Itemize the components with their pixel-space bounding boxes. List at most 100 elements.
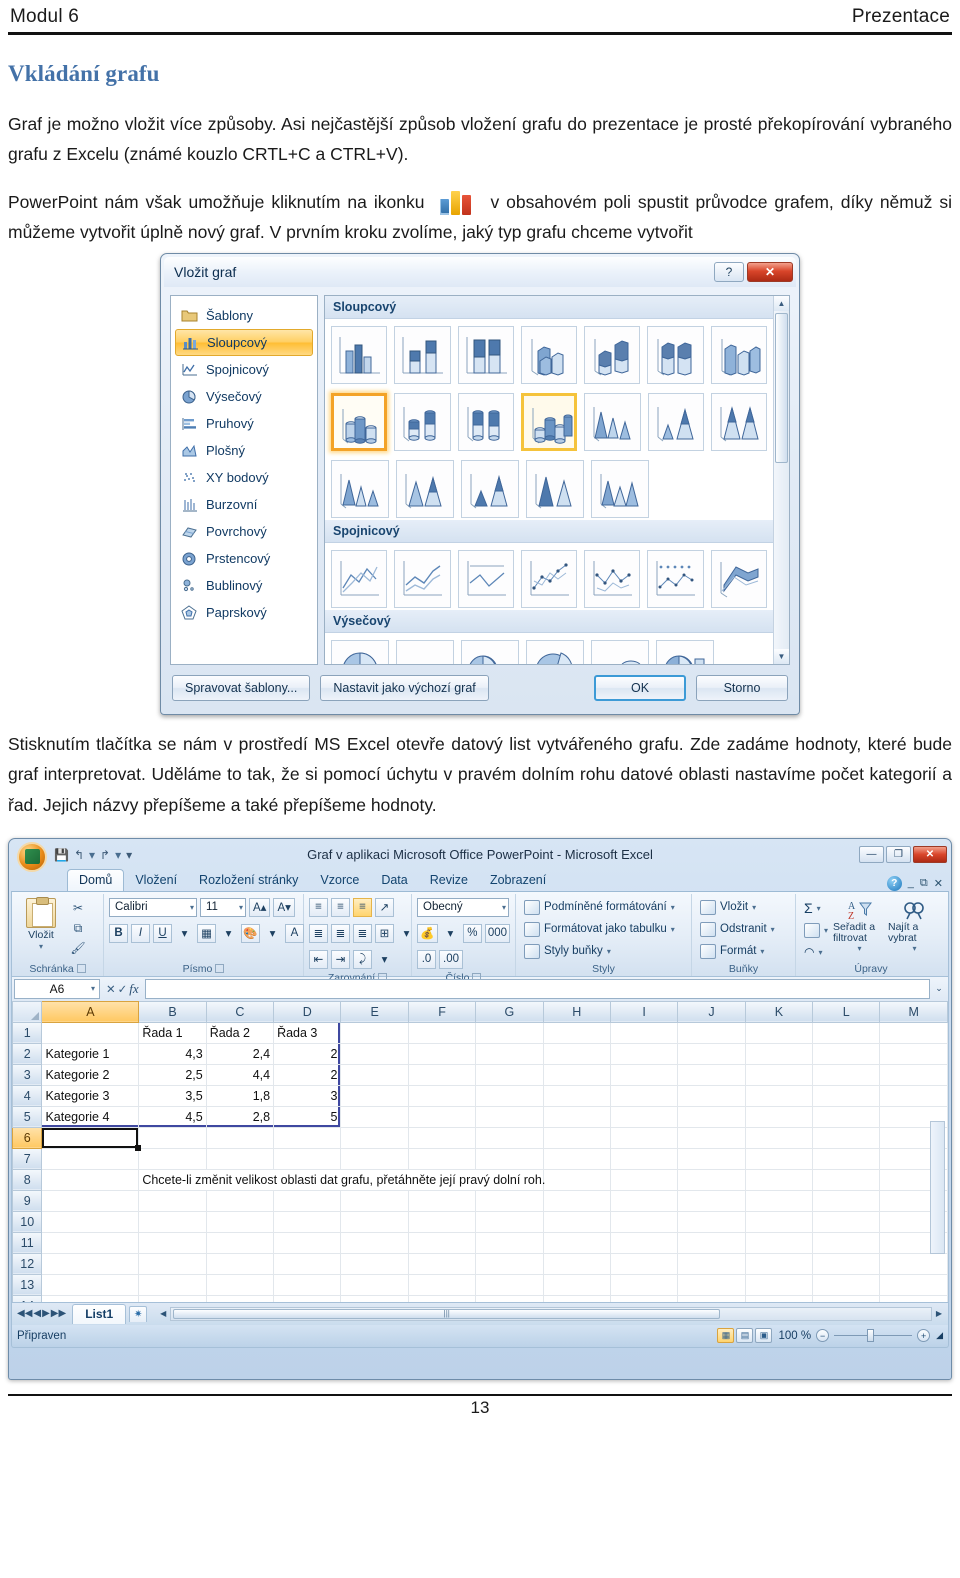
cell-d2[interactable]: 2 [273,1043,342,1065]
zoom-slider-thumb[interactable] [867,1329,875,1343]
increase-decimal-icon[interactable]: .0 [417,949,436,969]
chart-type-paprskovy[interactable]: Paprskový [175,599,313,626]
hscroll-thumb[interactable]: ||| [173,1308,721,1319]
find-select-button[interactable]: Najít a vybrat ▾ [888,898,941,954]
chart-type-xy-bodovy[interactable]: XY bodový [175,464,313,491]
cell-b1[interactable]: Řada 1 [138,1022,207,1044]
column-header-b[interactable]: B [138,1000,207,1023]
chart-type-burzovni[interactable]: Burzovní [175,491,313,518]
fill-color-dropdown-icon[interactable]: ▾ [263,924,282,943]
ok-button[interactable]: OK [594,675,686,702]
decrease-indent-icon[interactable]: ⇤ [309,949,328,969]
chart-thumb-3d-pie[interactable] [396,640,454,665]
chart-thumb-100-stacked-column[interactable] [457,326,514,385]
row-header-7[interactable]: 7 [12,1147,43,1170]
chart-thumb-3d-cone[interactable] [591,460,649,519]
cell-a5[interactable]: Kategorie 4 [41,1106,140,1128]
clear-button[interactable]: ◠ ▾ [801,943,831,962]
chart-type-sloupcovy[interactable]: Sloupcový [175,329,313,357]
scroll-left-icon[interactable]: ◀ [156,1309,170,1318]
worksheet-grid[interactable]: A B C D E F G H I J K L M 1 Řada 1 Řada … [11,1000,949,1303]
cell-styles-button[interactable]: Styly buňky ▾ [521,942,686,961]
last-sheet-icon[interactable]: ▶▶ [51,1308,66,1319]
chart-thumb-bar-of-pie[interactable] [656,640,714,665]
first-sheet-icon[interactable]: ◀◀ [17,1308,32,1319]
chart-thumb-100-stacked-cone[interactable] [710,393,767,452]
row-header-10[interactable]: 10 [12,1210,43,1233]
column-header-m[interactable]: M [879,1000,948,1023]
delete-cells-button[interactable]: Odstranit ▾ [697,920,790,939]
cell-c2[interactable]: 2,4 [206,1043,275,1065]
font-size-combo[interactable]: 11 ▾ [200,897,246,917]
borders-icon[interactable]: ▦ [197,923,216,943]
sort-filter-button[interactable]: AZ Seřadit a filtrovat ▾ [833,898,886,954]
cell-d4[interactable]: 3 [273,1085,342,1107]
chart-type-spojnicovy[interactable]: Spojnicový [175,356,313,383]
minimize-icon[interactable]: — [859,846,884,864]
autosum-button[interactable]: Σ ▾ [801,899,831,918]
tab-data[interactable]: Data [370,870,418,891]
tab-domu[interactable]: Domů [67,868,125,891]
ribbon-restore-icon[interactable]: ⧉ [920,877,928,890]
chart-thumb-3d-line[interactable] [710,550,767,609]
chart-thumb-line-with-markers[interactable] [520,550,578,609]
accept-entry-icon[interactable]: ✓ [118,982,128,996]
column-header-h[interactable]: H [542,1000,611,1023]
undo-icon[interactable]: ↰ [74,848,84,862]
scroll-right-icon[interactable]: ▶ [932,1309,946,1318]
align-middle-icon[interactable]: ≡ [331,897,350,917]
chart-thumb-3d-cylinder[interactable] [520,393,578,452]
align-top-icon[interactable]: ≡ [309,897,328,917]
cancel-entry-icon[interactable]: ✕ [106,982,116,996]
conditional-formatting-button[interactable]: Podmíněné formátování ▾ [521,898,686,917]
chart-thumb-pie[interactable] [331,640,389,665]
prev-sheet-icon[interactable]: ◀ [33,1308,41,1319]
ribbon-close-icon[interactable]: ✕ [934,877,943,890]
chart-thumb-3d-clustered-column[interactable] [520,326,578,385]
row-header-13[interactable]: 13 [12,1273,43,1296]
row-header-11[interactable]: 11 [12,1231,43,1254]
chart-thumb-line[interactable] [331,550,388,609]
tab-vlozeni[interactable]: Vložení [124,870,188,891]
expand-formula-bar-icon[interactable]: ⌄ [932,983,946,994]
chart-type-prstencovy[interactable]: Prstencový [175,545,313,572]
sheet-nav-buttons[interactable]: ◀◀ ◀ ▶ ▶▶ [14,1308,69,1319]
sheet-tab-list1[interactable]: List1 [72,1303,127,1324]
font-color-icon[interactable]: A [285,923,304,943]
formula-input[interactable] [144,978,930,999]
row-header-5[interactable]: 5 [12,1105,43,1128]
cell-c1[interactable]: Řada 2 [206,1022,275,1044]
chart-thumb-3d-100-stacked-column[interactable] [647,326,704,385]
currency-dropdown-icon[interactable]: ▾ [441,924,460,943]
column-header-j[interactable]: J [677,1000,746,1023]
chart-type-vysecovy[interactable]: Výsečový [175,383,313,410]
chart-thumb-100-stacked-cylinder[interactable] [457,393,514,452]
set-default-chart-button[interactable]: Nastavit jako výchozí graf [320,675,489,702]
align-left-icon[interactable]: ≣ [309,923,328,943]
zoom-in-icon[interactable]: + [917,1329,931,1343]
cell-b5[interactable]: 4,5 [138,1106,207,1128]
ribbon-tabs[interactable]: Domů Vložení Rozložení stránky Vzorce Da… [11,868,949,891]
currency-format-icon[interactable]: 💰 [417,923,438,943]
chart-thumb-stacked-line[interactable] [394,550,451,609]
chart-type-bublinovy[interactable]: Bublinový [175,572,313,599]
thousands-format-icon[interactable]: 000 [484,923,510,943]
worksheet-vertical-scrollbar[interactable] [930,1120,945,1254]
chart-thumb-clustered-cylinder[interactable] [331,393,388,452]
zoom-control[interactable]: 100 % − + [778,1329,931,1343]
chart-thumb-100-stacked-line[interactable] [457,550,514,609]
format-painter-icon[interactable]: 🖌 [69,940,87,957]
close-icon[interactable]: ✕ [747,262,793,283]
row-header-6[interactable]: 6 [12,1126,43,1149]
chart-thumb-100-stacked-line-with-markers[interactable] [647,550,704,609]
percent-format-icon[interactable]: % [462,923,482,943]
chart-type-sablony[interactable]: Šablony [175,302,313,329]
align-right-icon[interactable]: ≣ [353,923,372,943]
column-header-k[interactable]: K [744,1000,814,1023]
format-as-table-button[interactable]: Formátovat jako tabulku ▾ [521,920,686,939]
chart-type-plosny[interactable]: Plošný [175,437,313,464]
customize-qat-icon[interactable]: ▾ [126,848,132,862]
font-name-combo[interactable]: Calibri ▾ [109,897,197,917]
clipboard-dialog-launcher-icon[interactable] [76,964,86,974]
manage-templates-button[interactable]: Spravovat šablony... [172,675,311,702]
